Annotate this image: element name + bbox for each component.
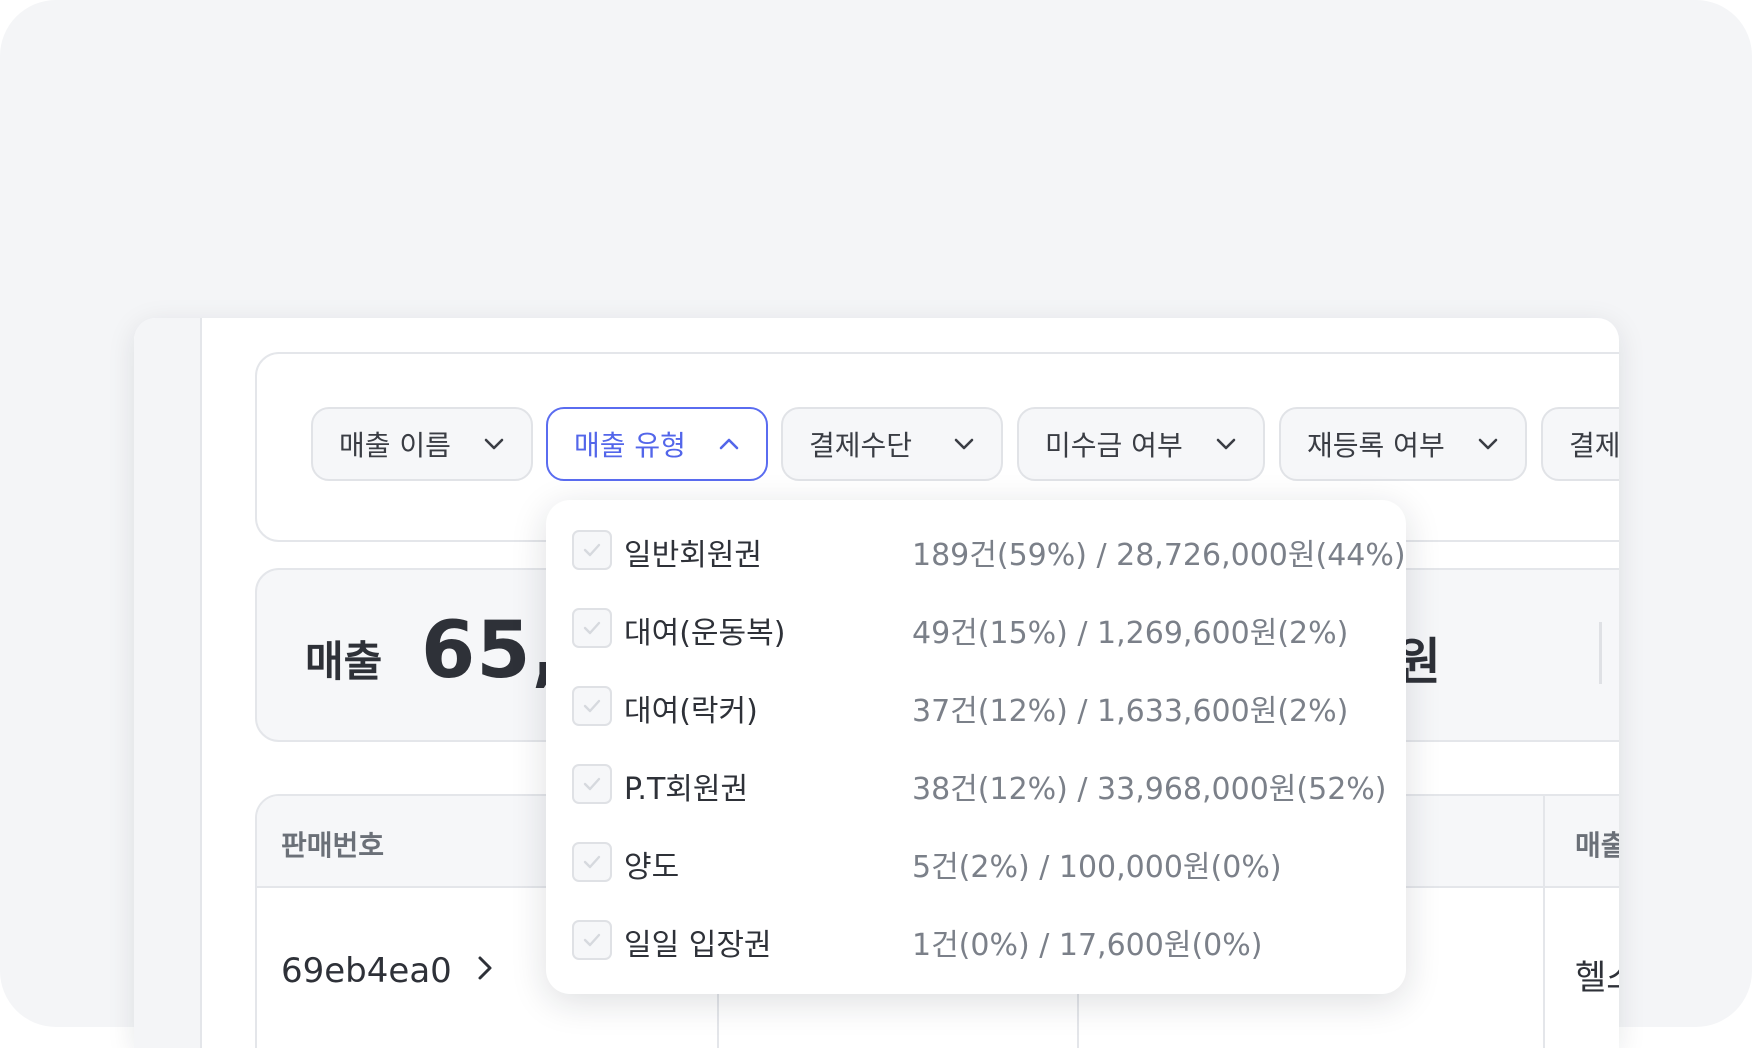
divider: [1599, 622, 1602, 684]
column-divider: [1543, 796, 1545, 1048]
option-checkbox[interactable]: [572, 764, 612, 804]
chevron-up-icon: [719, 438, 739, 450]
dropdown-option[interactable]: 대여(운동복) 49건(15%) / 1,269,600원(2%): [546, 588, 1406, 666]
option-label: P.T회원권: [624, 772, 749, 807]
option-stats: 5건(2%) / 100,000원(0%): [912, 850, 1282, 885]
option-checkbox[interactable]: [572, 686, 612, 726]
filter-label: 결제수단: [809, 429, 913, 462]
option-checkbox[interactable]: [572, 842, 612, 882]
filter-sales-type[interactable]: 매출 유형: [546, 407, 768, 481]
filter-label: 재등록 여부: [1307, 429, 1445, 462]
column-header-sales: 매출: [1575, 829, 1619, 862]
check-icon: [583, 543, 601, 557]
check-icon: [583, 855, 601, 869]
filter-payment-method[interactable]: 결제수단: [781, 407, 1003, 481]
filter-label: 미수금 여부: [1045, 429, 1183, 462]
filter-label: 매출 이름: [339, 429, 451, 462]
option-label: 일일 입장권: [624, 928, 772, 963]
dropdown-option[interactable]: 일일 입장권 1건(0%) / 17,600원(0%): [546, 900, 1406, 978]
option-stats: 189건(59%) / 28,726,000원(44%): [912, 538, 1406, 573]
column-header-order-no: 판매번호: [281, 829, 385, 862]
left-sidebar: [134, 318, 202, 1048]
filter-reregistration[interactable]: 재등록 여부: [1279, 407, 1527, 481]
option-stats: 49건(15%) / 1,269,600원(2%): [912, 616, 1349, 651]
option-stats: 1건(0%) / 17,600원(0%): [912, 928, 1263, 963]
filter-sales-name[interactable]: 매출 이름: [311, 407, 533, 481]
check-icon: [583, 933, 601, 947]
chevron-down-icon: [1478, 438, 1498, 450]
dropdown-option[interactable]: 대여(락커) 37건(12%) / 1,633,600원(2%): [546, 666, 1406, 744]
dropdown-option[interactable]: 일반회원권 189건(59%) / 28,726,000원(44%): [546, 510, 1406, 588]
order-number-link[interactable]: 69eb4ea0: [281, 951, 452, 991]
dropdown-option[interactable]: P.T회원권 38건(12%) / 33,968,000원(52%): [546, 744, 1406, 822]
option-checkbox[interactable]: [572, 608, 612, 648]
chevron-down-icon: [1216, 438, 1236, 450]
option-stats: 37건(12%) / 1,633,600원(2%): [912, 694, 1349, 729]
check-icon: [583, 621, 601, 635]
option-label: 양도: [624, 850, 680, 885]
option-label: 일반회원권: [624, 538, 762, 573]
sales-name-cell: 헬스: [1575, 958, 1619, 998]
option-label: 대여(락커): [624, 694, 758, 729]
dropdown-option[interactable]: 양도 5건(2%) / 100,000원(0%): [546, 822, 1406, 900]
sales-type-dropdown: 일반회원권 189건(59%) / 28,726,000원(44%) 대여(운동…: [546, 500, 1406, 994]
filter-receivable[interactable]: 미수금 여부: [1017, 407, 1265, 481]
filter-payment-partial[interactable]: 결제: [1541, 407, 1619, 481]
sales-label: 매출: [305, 637, 383, 686]
filter-label: 결제: [1569, 429, 1619, 462]
check-icon: [583, 777, 601, 791]
chevron-down-icon: [484, 438, 504, 450]
option-checkbox[interactable]: [572, 920, 612, 960]
check-icon: [583, 699, 601, 713]
filter-label: 매출 유형: [574, 429, 686, 462]
sales-total: 65,: [421, 606, 563, 696]
chevron-down-icon: [954, 438, 974, 450]
chevron-right-icon[interactable]: [471, 950, 499, 986]
option-stats: 38건(12%) / 33,968,000원(52%): [912, 772, 1387, 807]
option-label: 대여(운동복): [624, 616, 786, 651]
option-checkbox[interactable]: [572, 530, 612, 570]
